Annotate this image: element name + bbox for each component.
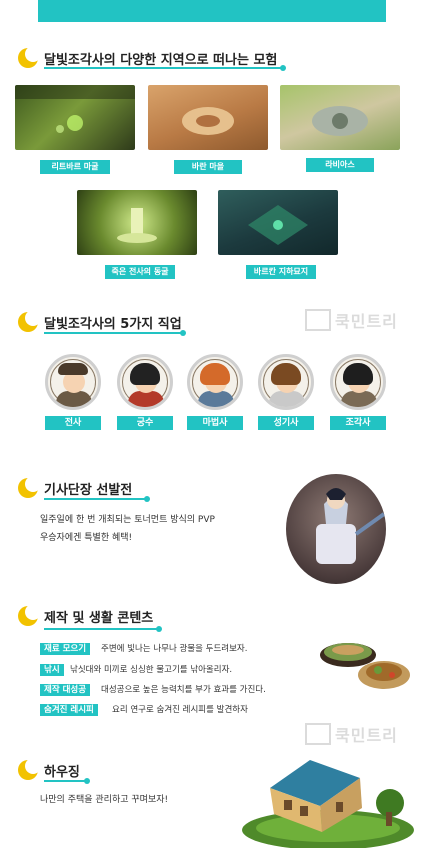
watermark-logo	[305, 723, 331, 745]
crafting-section-title: 제작 및 생활 콘텐츠	[18, 604, 154, 626]
region-image-litbar	[15, 85, 135, 150]
job-label-sculptor: 조각사	[330, 416, 386, 430]
top-banner	[38, 0, 386, 22]
jobs-title-text: 달빛조각사의 5가지 직업	[44, 316, 182, 332]
region-caption-dead-warrior-cave: 죽은 전사의 동굴	[105, 265, 175, 279]
region-caption-baran: 바란 마을	[174, 160, 242, 174]
crafting-title-text: 제작 및 생활 콘텐츠	[44, 610, 154, 626]
crafting-text-hidden-recipe: 요리 연구로 숨겨진 레시피를 발견하자	[112, 705, 248, 715]
tournament-desc-2: 우승자에겐 특별한 혜택!	[40, 533, 133, 543]
job-label-archer: 궁수	[117, 416, 173, 430]
crafting-text-fishing: 낚싯대와 미끼로 싱싱한 물고기를 낚아올리자.	[70, 665, 233, 675]
job-portrait-warrior	[45, 354, 101, 410]
region-image-dead-warrior-cave	[77, 190, 197, 255]
job-portrait-archer	[117, 354, 173, 410]
jobs-underline	[44, 330, 186, 336]
crafting-tag-gather: 재료 모으기	[40, 643, 91, 655]
regions-underline	[44, 65, 286, 71]
tournament-knight-image	[286, 474, 386, 584]
job-label-paladin: 성기사	[258, 416, 314, 430]
jobs-section-title: 달빛조각사의 5가지 직업	[18, 310, 182, 332]
job-portrait-paladin	[258, 354, 314, 410]
watermark-text: 쿡민트리	[335, 726, 398, 745]
watermark-logo	[305, 309, 331, 331]
tournament-title-text: 기사단장 선발전	[44, 482, 133, 498]
moon-icon	[18, 604, 41, 626]
watermark-text: 쿡민트리	[335, 312, 398, 331]
crafting-tag-great-success: 제작 대성공	[40, 684, 91, 696]
region-image-barkan-catacomb	[218, 190, 338, 255]
region-caption-rabias: 라비아스	[306, 158, 374, 172]
job-label-warrior: 전사	[45, 416, 101, 430]
region-caption-barkan-catacomb: 바르칸 지하묘지	[246, 265, 316, 279]
watermark: 쿡민트리	[305, 722, 398, 746]
watermark: 쿡민트리	[305, 308, 398, 332]
housing-desc: 나만의 주택을 관리하고 꾸며보자!	[40, 795, 169, 805]
region-caption-litbar: 리트바르 마굴	[40, 160, 110, 174]
moon-icon	[18, 310, 41, 332]
tournament-section-title: 기사단장 선발전	[18, 476, 133, 498]
region-image-rabias	[280, 85, 400, 150]
moon-icon	[18, 476, 41, 498]
crafting-text-gather: 주변에 빛나는 나무나 광물을 두드려보자.	[101, 644, 248, 654]
tournament-desc-1: 일주일에 한 번 개최되는 토너먼트 방식의 PVP	[40, 515, 215, 525]
crafting-tag-hidden-recipe: 숨겨진 레시피	[40, 704, 98, 716]
house-image	[240, 748, 415, 850]
crafting-tag-fishing: 낚시	[40, 664, 64, 676]
job-label-mage: 마법사	[187, 416, 243, 430]
job-portrait-mage	[187, 354, 243, 410]
moon-icon	[18, 758, 41, 780]
crafting-underline	[44, 626, 162, 632]
moon-icon	[18, 46, 41, 68]
region-image-baran	[148, 85, 268, 150]
job-portrait-sculptor	[330, 354, 386, 410]
crafting-text-great-success: 대성공으로 높은 능력치를 부가 효과를 가진다.	[101, 685, 266, 695]
housing-section-title: 하우징	[18, 758, 80, 780]
tournament-underline	[44, 496, 150, 502]
regions-title-text: 달빛조각사의 다양한 지역으로 떠나는 모험	[44, 52, 278, 68]
housing-underline	[44, 778, 90, 784]
regions-section-title: 달빛조각사의 다양한 지역으로 떠나는 모험	[18, 46, 278, 68]
housing-title-text: 하우징	[44, 764, 80, 780]
food-dish-image	[318, 625, 418, 695]
